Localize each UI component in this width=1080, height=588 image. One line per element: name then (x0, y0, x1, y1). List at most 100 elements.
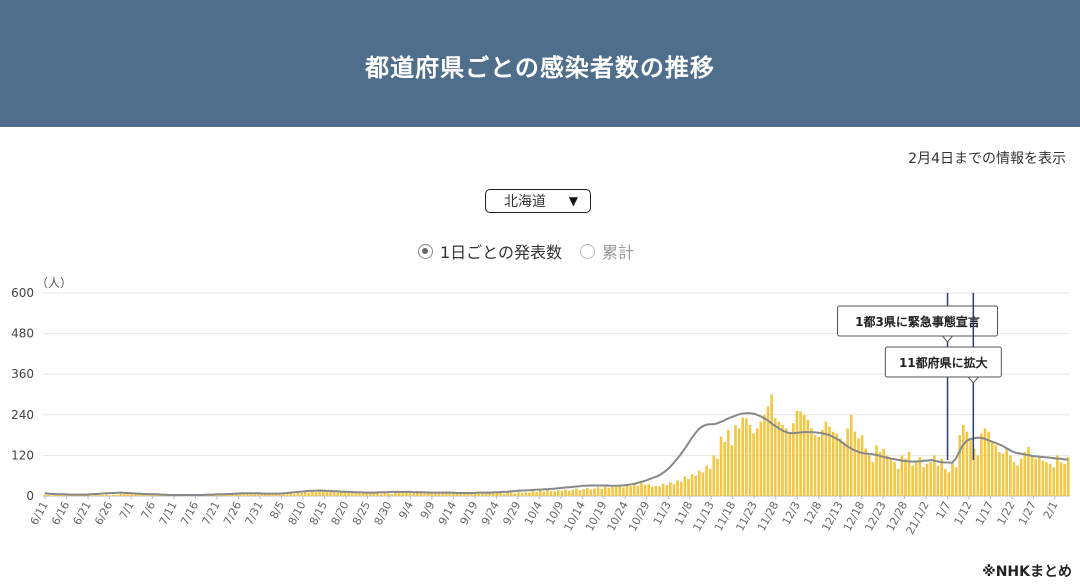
bar (820, 430, 824, 496)
bar (770, 394, 773, 496)
annotation-label: 1都3県に緊急事態宣言 (855, 314, 980, 329)
bar (535, 491, 538, 496)
x-tick-label: 6/26 (92, 499, 115, 527)
annotation-pointer (941, 335, 954, 343)
mode-radio-group: 1日ごとの発表数 累計 (418, 239, 652, 263)
prefecture-select-value: 北海道 (504, 194, 546, 210)
bar (755, 428, 759, 496)
bar (994, 445, 998, 496)
bar (509, 492, 513, 496)
y-tick-label: 0 (26, 489, 34, 503)
x-tick-label: 12/3 (780, 499, 803, 527)
moving-average-line (44, 412, 1069, 496)
bar (669, 482, 672, 496)
x-tick-label: 2/1 (1041, 499, 1061, 521)
bar (878, 452, 882, 496)
bar (611, 485, 614, 496)
bar (954, 467, 958, 496)
bar (300, 492, 303, 496)
bar (831, 431, 835, 496)
bar (314, 491, 318, 496)
bar (1005, 448, 1009, 496)
bar (853, 431, 857, 496)
bar (658, 486, 661, 496)
bar (495, 492, 499, 496)
bar (698, 470, 701, 496)
bar (737, 428, 741, 496)
bar (549, 490, 553, 496)
bar (665, 485, 669, 496)
bar (886, 455, 889, 496)
bar (896, 468, 900, 496)
bar (575, 488, 578, 496)
bar (293, 493, 296, 496)
bar (604, 486, 607, 496)
bar (651, 486, 654, 496)
bar (285, 494, 289, 496)
bar (278, 494, 282, 496)
bar (1048, 463, 1052, 496)
bar (585, 487, 589, 496)
bar (792, 423, 795, 496)
bar (1019, 458, 1023, 496)
x-tick-label: 9/14 (436, 499, 459, 527)
x-tick-label: 10/4 (522, 499, 545, 527)
x-tick-label: 1/7 (933, 499, 953, 521)
bar (694, 475, 698, 496)
bar (538, 490, 542, 496)
bar (625, 484, 629, 496)
bar (922, 467, 925, 496)
bar (61, 495, 65, 496)
x-tick-label: 8/20 (329, 499, 352, 527)
bar (553, 491, 556, 496)
radio-daily-label: 1日ごとの発表数 (440, 243, 563, 262)
bar (730, 445, 734, 496)
bar (546, 489, 549, 496)
bar (889, 458, 893, 496)
prefecture-select[interactable]: 北海道 ▼ (485, 189, 591, 213)
x-tick-label: 8/30 (371, 499, 394, 527)
bar (618, 485, 622, 496)
bar (325, 491, 329, 496)
bar (690, 474, 694, 496)
bar (672, 484, 676, 496)
bar (1037, 457, 1041, 496)
bar (307, 492, 311, 496)
bar (593, 488, 596, 496)
bar (607, 487, 611, 496)
bar (708, 468, 712, 496)
bar (929, 462, 933, 496)
bar (723, 441, 726, 496)
bar (614, 486, 618, 496)
bar (1009, 455, 1012, 496)
triangle-down-icon: ▼ (568, 194, 578, 208)
bar (108, 495, 112, 496)
bar (661, 483, 665, 496)
x-tick-label: 7/16 (178, 499, 201, 527)
bar (488, 493, 491, 496)
bar (788, 433, 792, 496)
x-tick-label: 9/29 (500, 499, 523, 527)
annotation-pointer (967, 376, 980, 384)
bar (835, 433, 839, 496)
bar (748, 424, 752, 496)
radio-daily[interactable]: 1日ごとの発表数 (418, 239, 562, 263)
bar (654, 485, 658, 496)
y-unit-label: （人） (36, 276, 72, 290)
bar (528, 492, 531, 496)
x-tick-label: 1/22 (995, 499, 1018, 527)
x-tick-label: 9/4 (396, 499, 416, 521)
bar (524, 492, 528, 496)
bar (726, 430, 730, 496)
bar (629, 486, 632, 496)
bar (940, 458, 943, 496)
bar (925, 463, 929, 496)
radio-cumulative[interactable]: 累計 (580, 239, 634, 263)
bar (958, 435, 962, 496)
bar (387, 493, 390, 496)
bar (951, 463, 954, 496)
x-tick-label: 7/6 (138, 499, 158, 521)
bar (864, 448, 867, 496)
bar (976, 455, 980, 496)
bar (640, 483, 643, 496)
